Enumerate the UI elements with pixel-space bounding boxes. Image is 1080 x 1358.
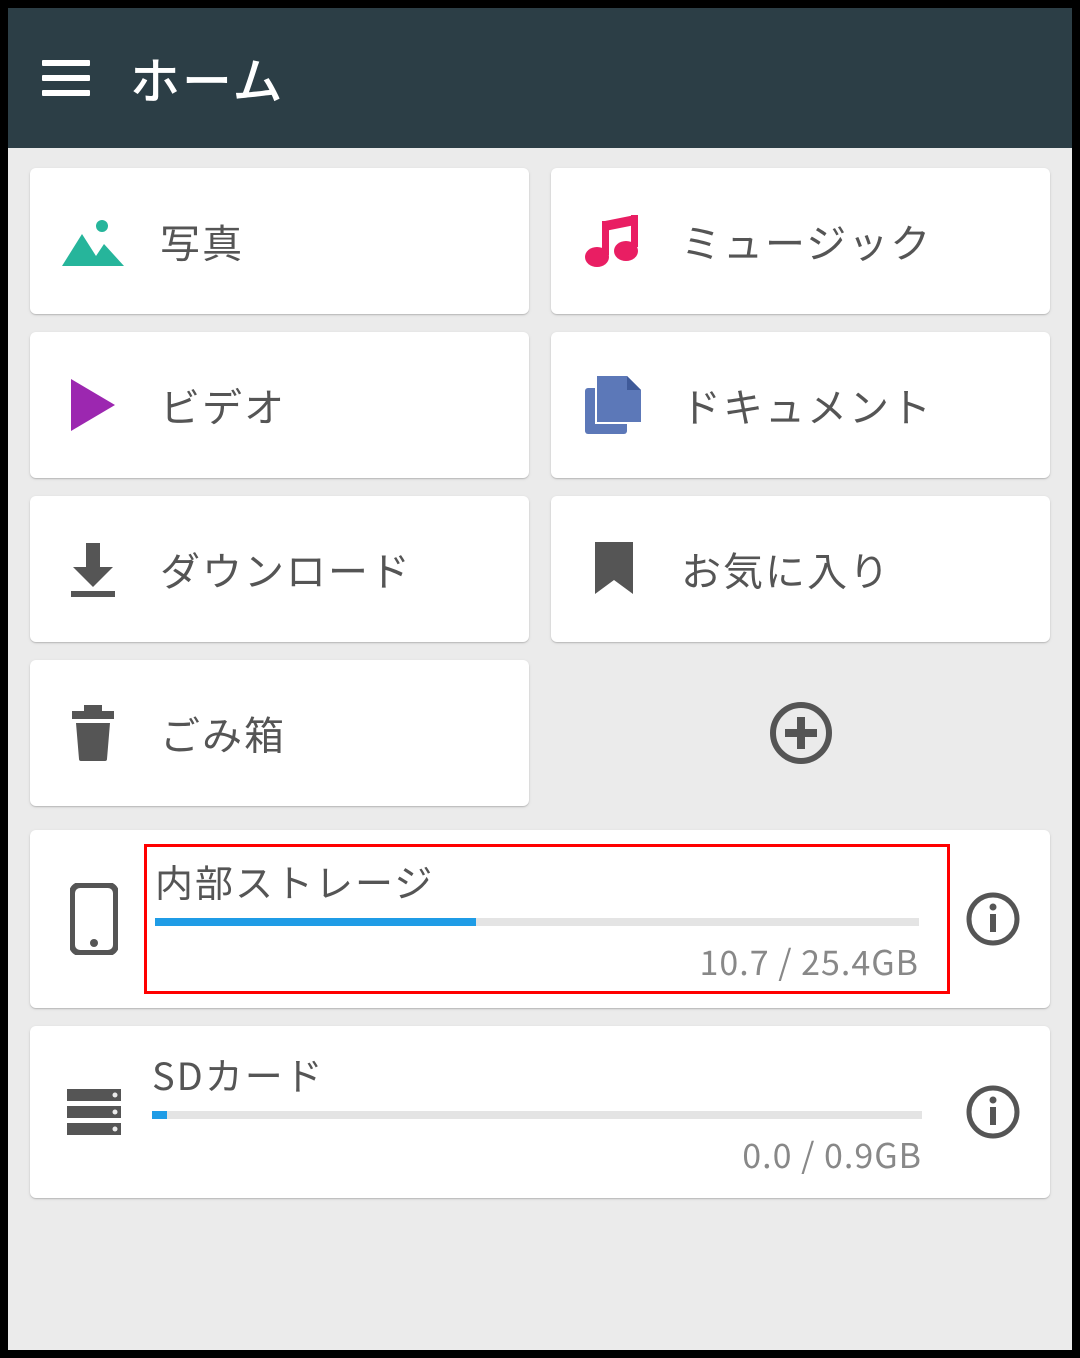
storage-section: 内部ストレージ 10.7 / 25.4GB <box>30 830 1050 1198</box>
app-frame: ホーム 写真 <box>8 8 1072 1350</box>
category-label: ダウンロード <box>160 540 412 598</box>
category-documents[interactable]: ドキュメント <box>551 332 1050 478</box>
category-label: 写真 <box>160 212 244 270</box>
trash-icon <box>58 705 128 761</box>
storage-progress-fill <box>152 1111 167 1119</box>
header-bar: ホーム <box>8 8 1072 148</box>
category-grid: 写真 ミュージック <box>30 168 1050 806</box>
storage-sdcard-body: SDカード 0.0 / 0.9GB <box>144 1040 950 1184</box>
storage-internal[interactable]: 内部ストレージ 10.7 / 25.4GB <box>30 830 1050 1008</box>
category-label: ビデオ <box>160 376 286 434</box>
storage-progress-fill <box>155 918 476 926</box>
category-photos[interactable]: 写真 <box>30 168 529 314</box>
hamburger-icon[interactable] <box>42 54 90 102</box>
video-icon <box>58 377 128 433</box>
storage-title: 内部ストレージ <box>155 853 919 908</box>
category-label: ドキュメント <box>681 376 933 434</box>
music-icon <box>579 213 649 269</box>
storage-internal-body: 内部ストレージ 10.7 / 25.4GB <box>144 844 950 994</box>
storage-sdcard[interactable]: SDカード 0.0 / 0.9GB <box>30 1026 1050 1198</box>
favorites-icon <box>579 542 649 596</box>
phone-icon <box>54 883 134 955</box>
add-button[interactable] <box>766 698 836 768</box>
storage-usage: 10.7 / 25.4GB <box>155 936 919 985</box>
category-label: ごみ箱 <box>160 704 286 762</box>
storage-stack-icon <box>54 1087 134 1137</box>
category-video[interactable]: ビデオ <box>30 332 529 478</box>
category-label: ミュージック <box>681 212 932 270</box>
storage-usage: 0.0 / 0.9GB <box>152 1129 922 1178</box>
photos-icon <box>58 216 128 266</box>
info-icon <box>965 891 1021 947</box>
info-icon <box>965 1084 1021 1140</box>
category-trash[interactable]: ごみ箱 <box>30 660 529 806</box>
add-category-cell <box>551 660 1050 806</box>
storage-info-button[interactable] <box>960 886 1026 952</box>
category-music[interactable]: ミュージック <box>551 168 1050 314</box>
category-favorites[interactable]: お気に入り <box>551 496 1050 642</box>
storage-title: SDカード <box>152 1046 922 1101</box>
page-title: ホーム <box>130 42 285 114</box>
add-icon <box>769 701 833 765</box>
storage-progress <box>155 918 919 926</box>
category-downloads[interactable]: ダウンロード <box>30 496 529 642</box>
downloads-icon <box>58 541 128 597</box>
storage-progress <box>152 1111 922 1119</box>
storage-info-button[interactable] <box>960 1079 1026 1145</box>
documents-icon <box>579 376 649 434</box>
content-area: 写真 ミュージック <box>8 148 1072 1350</box>
category-label: お気に入り <box>681 540 891 598</box>
